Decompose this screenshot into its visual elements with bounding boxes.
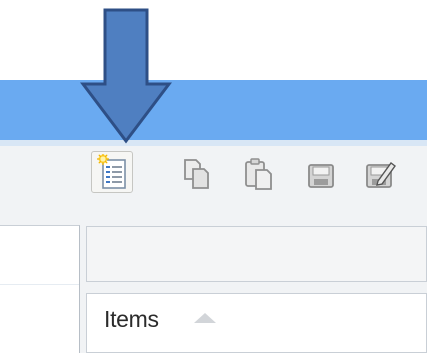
items-column-header[interactable]: Items <box>104 306 159 333</box>
application-window: Items <box>0 0 427 353</box>
window-titlebar <box>0 80 427 140</box>
panel-row-divider <box>0 284 79 285</box>
sort-ascending-icon <box>194 313 216 323</box>
new-document-icon <box>97 154 126 189</box>
save-as-button[interactable] <box>360 154 402 196</box>
grid-toolbar <box>86 226 427 282</box>
new-document-button[interactable] <box>91 151 133 193</box>
paste-button[interactable] <box>238 153 280 195</box>
copy-button[interactable] <box>176 153 218 195</box>
save-as-icon <box>366 162 396 188</box>
save-icon <box>308 164 334 188</box>
paste-icon <box>245 158 272 190</box>
left-navigation-panel <box>0 225 80 353</box>
copy-icon <box>184 159 209 189</box>
down-arrow-icon <box>80 8 172 144</box>
save-button[interactable] <box>300 154 342 196</box>
